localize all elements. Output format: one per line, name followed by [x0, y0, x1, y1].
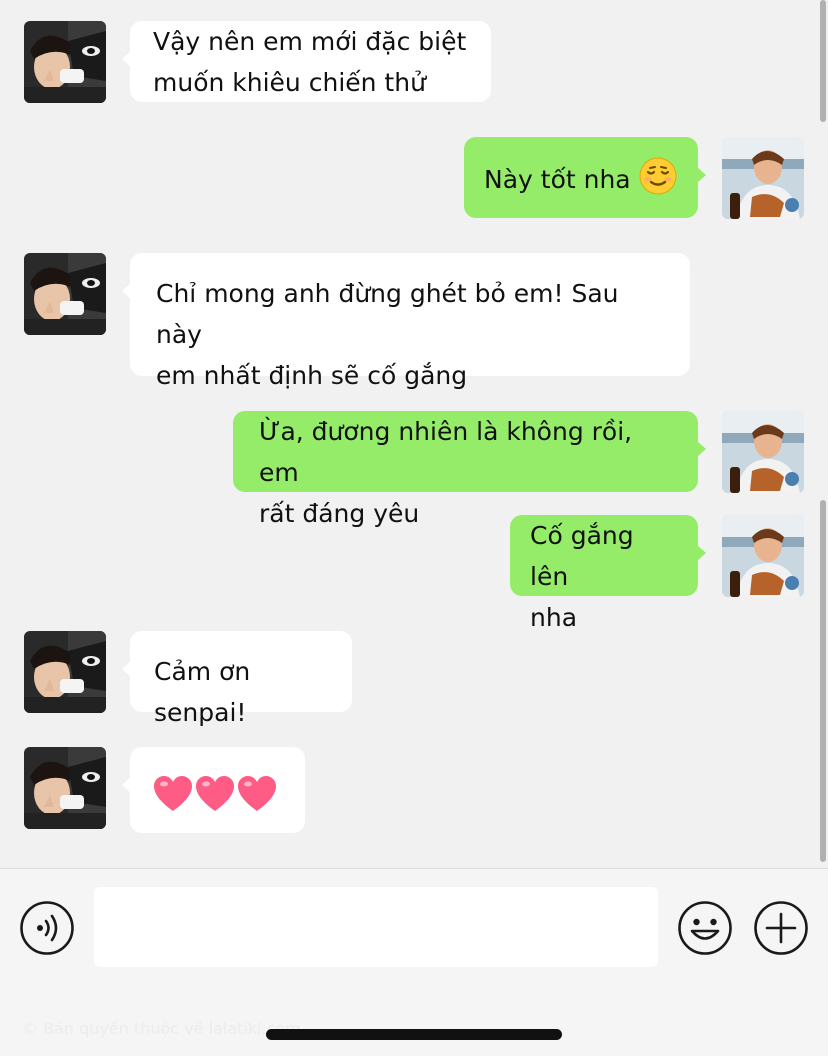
contact-avatar[interactable] [24, 253, 106, 335]
emoji-icon[interactable] [677, 900, 733, 956]
my-avatar[interactable] [722, 137, 804, 219]
message-text-line: Ừa, đương nhiên là không rồi, em [259, 417, 633, 487]
three-pink-hearts-emoji-icon [153, 775, 277, 813]
heart-icon [154, 776, 192, 811]
voice-icon[interactable] [19, 900, 75, 956]
message-list[interactable]: Vậy nên em mới đặc biệt muốn khiêu chiến… [0, 0, 828, 868]
message-bubble-incoming[interactable] [122, 747, 305, 833]
contact-avatar[interactable] [24, 21, 106, 103]
contact-avatar[interactable] [24, 747, 106, 829]
message-bubble-outgoing[interactable]: Ừa, đương nhiên là không rồi, em rất đán… [233, 411, 706, 528]
chat-screen: Vậy nên em mới đặc biệt muốn khiêu chiến… [0, 0, 828, 1056]
relieved-face-emoji-icon [639, 157, 677, 208]
message-bubble-incoming[interactable]: Chỉ mong anh đừng ghét bỏ em! Sau này em… [122, 253, 690, 390]
message-text-line: nha [530, 603, 578, 632]
input-bar: © Bản quyền thuộc về lalatiki.com [0, 868, 828, 1056]
message-input[interactable] [94, 887, 658, 967]
scrollbar-thumb[interactable] [820, 500, 826, 862]
message-text-line: em nhất định sẽ cố gắng [156, 361, 468, 390]
heart-icon [196, 776, 234, 811]
message-text: Này tốt nha [484, 165, 631, 194]
message-bubble-outgoing[interactable]: Cố gắng lên nha [510, 515, 706, 632]
message-text-line: Chỉ mong anh đừng ghét bỏ em! Sau này [156, 279, 619, 349]
message-text-line: Cảm ơn senpai! [154, 657, 251, 727]
home-indicator[interactable] [266, 1029, 562, 1040]
message-bubble-incoming[interactable]: Vậy nên em mới đặc biệt muốn khiêu chiến… [122, 21, 491, 102]
contact-avatar[interactable] [24, 631, 106, 713]
message-text-line: Cố gắng lên [530, 521, 634, 591]
message-text-line: Vậy nên em mới đặc biệt [153, 27, 467, 56]
my-avatar[interactable] [722, 411, 804, 493]
message-bubble-incoming[interactable]: Cảm ơn senpai! [122, 631, 352, 727]
scrollbar-top[interactable] [820, 0, 826, 122]
watermark-text: © Bản quyền thuộc về lalatiki.com [22, 1019, 301, 1038]
add-icon[interactable] [753, 900, 809, 956]
my-avatar[interactable] [722, 515, 804, 597]
message-text-line: muốn khiêu chiến thử [153, 68, 426, 97]
heart-icon [238, 776, 276, 811]
message-bubble-outgoing[interactable]: Này tốt nha [464, 137, 706, 218]
